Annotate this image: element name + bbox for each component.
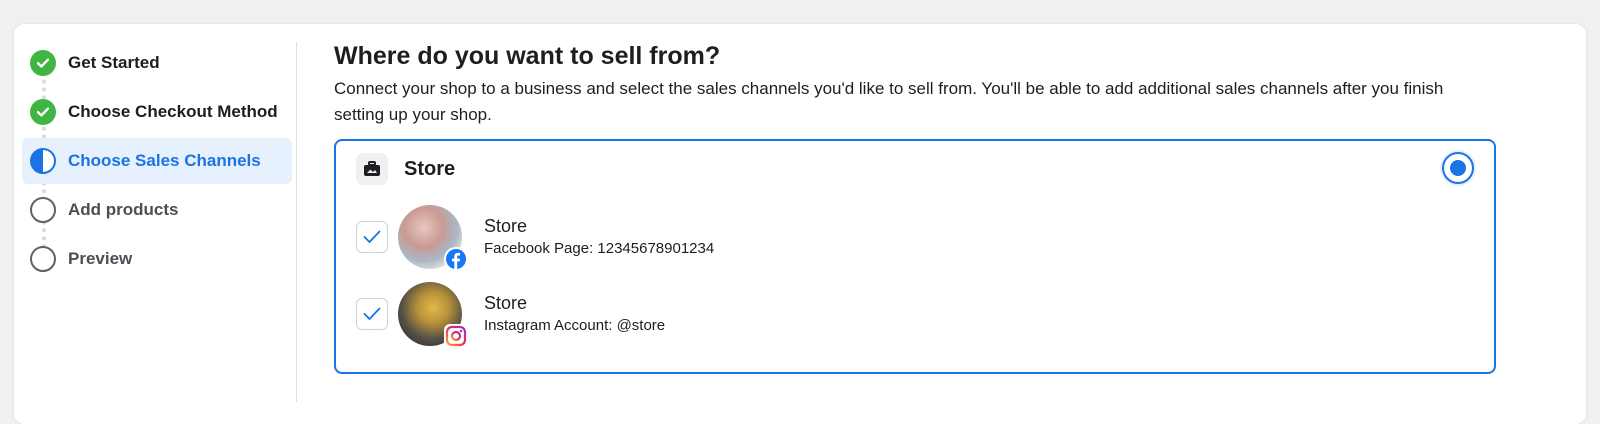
radio-selected-dot — [1450, 160, 1466, 176]
step-label: Get Started — [68, 53, 160, 72]
checkmark-icon — [363, 230, 381, 243]
step-choose-checkout-method[interactable]: Choose Checkout Method — [22, 89, 292, 135]
step-label: Preview — [68, 249, 133, 268]
step-label: Choose Checkout Method — [68, 102, 278, 121]
store-icon — [356, 153, 388, 185]
check-circle-icon — [30, 50, 56, 76]
setup-stepper: Get Started Choose Checkout Method Choos… — [22, 40, 292, 285]
checkmark-icon — [363, 307, 381, 320]
page-description: Connect your shop to a business and sele… — [334, 79, 1444, 124]
step-add-products[interactable]: Add products — [22, 187, 292, 233]
step-get-started[interactable]: Get Started — [22, 40, 292, 86]
step-choose-sales-channels[interactable]: Choose Sales Channels — [22, 138, 292, 184]
step-label: Choose Sales Channels — [68, 151, 261, 170]
account-name: Store — [484, 293, 528, 313]
page-title: Where do you want to sell from? — [334, 42, 721, 70]
facebook-page-checkbox[interactable] — [356, 221, 388, 253]
facebook-page-account: Store Facebook Page: 12345678901234 — [356, 205, 714, 271]
instagram-account-checkbox[interactable] — [356, 298, 388, 330]
facebook-page-avatar — [398, 205, 468, 271]
facebook-icon — [444, 247, 468, 271]
account-name: Store — [484, 216, 528, 236]
main-content: Where do you want to sell from? Connect … — [334, 40, 1514, 128]
account-subtitle: Facebook Page: 12345678901234 — [484, 240, 715, 257]
instagram-account: Store Instagram Account: @store — [356, 282, 665, 348]
step-label: Add products — [68, 200, 179, 219]
empty-circle-icon — [30, 197, 56, 223]
account-subtitle: Instagram Account: @store — [484, 317, 666, 334]
sales-channel-option[interactable]: Store Store Facebook Page: 1234567890123… — [334, 139, 1496, 374]
account-details: Store Instagram Account: @store — [484, 291, 665, 337]
vertical-divider — [296, 42, 297, 402]
account-details: Store Facebook Page: 12345678901234 — [484, 214, 714, 260]
channel-group-header: Store — [356, 153, 455, 185]
check-circle-icon — [30, 99, 56, 125]
step-preview[interactable]: Preview — [22, 236, 292, 282]
instagram-account-avatar — [398, 282, 468, 348]
channel-group-title: Store — [404, 157, 456, 180]
instagram-icon — [444, 324, 468, 348]
channel-radio-button[interactable] — [1442, 152, 1474, 184]
half-circle-icon — [30, 148, 56, 174]
empty-circle-icon — [30, 246, 56, 272]
